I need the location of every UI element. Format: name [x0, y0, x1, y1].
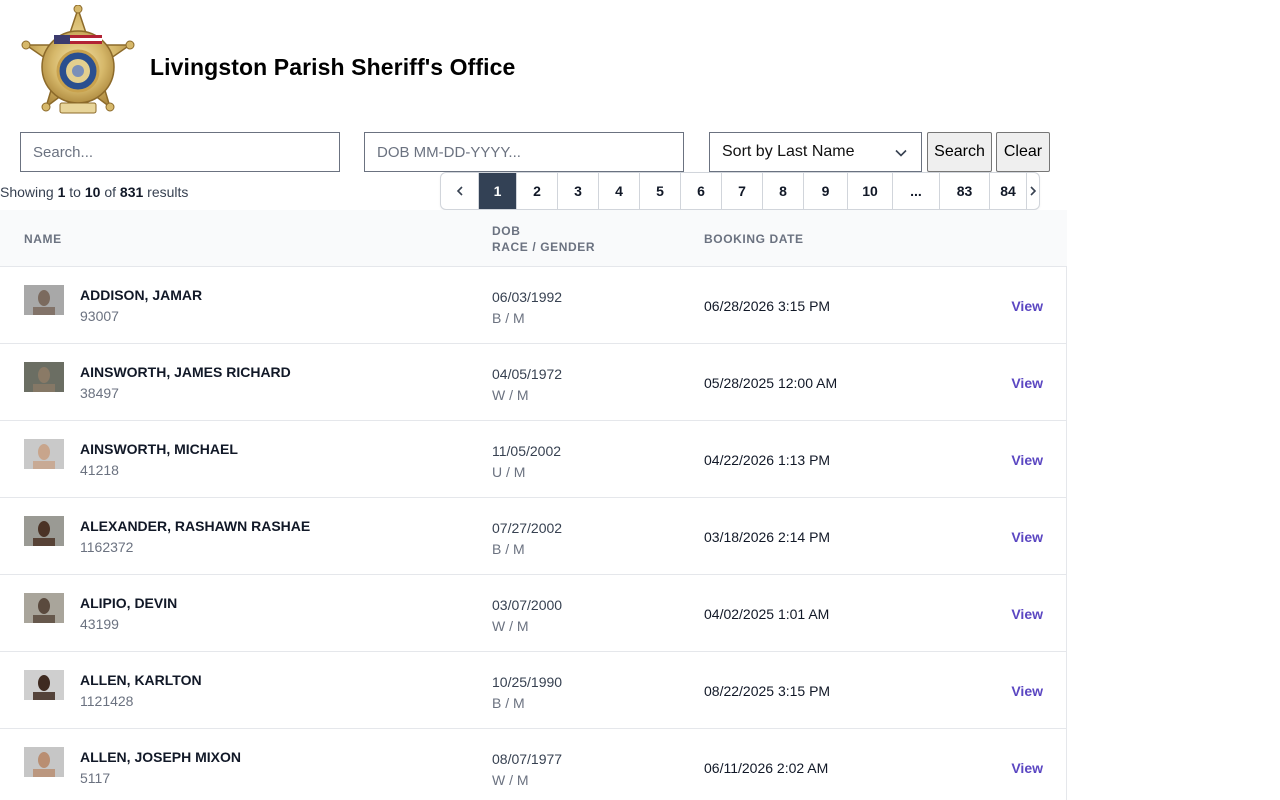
booking-date: 03/18/2026 2:14 PM — [704, 529, 831, 545]
pagination-page-4[interactable]: 4 — [598, 173, 639, 209]
booking-date: 06/28/2026 3:15 PM — [704, 298, 831, 314]
pagination-page-2[interactable]: 2 — [516, 173, 557, 209]
booking-date: 05/28/2025 12:00 AM — [704, 375, 838, 391]
table-body: ADDISON, JAMAR 93007 06/03/1992 B / M 06/28/… — [0, 267, 1067, 800]
sort-select[interactable]: Sort by Last Name — [709, 132, 922, 172]
pagination-page-1[interactable]: 1 — [478, 173, 516, 209]
view-link[interactable]: View — [1011, 529, 1043, 545]
inmate-table: NAME DOB RACE / GENDER BOOKING DATE ADDI… — [0, 210, 1067, 800]
view-link[interactable]: View — [1011, 683, 1043, 699]
date-of-birth: 08/07/1977 — [492, 751, 563, 767]
site-header: Livingston Parish Sheriff's Office — [0, 0, 1280, 132]
site-title: Livingston Parish Sheriff's Office — [150, 54, 516, 80]
date-of-birth: 06/03/1992 — [492, 289, 563, 305]
search-input[interactable] — [20, 132, 340, 172]
race-gender: W / M — [492, 618, 529, 634]
race-gender: B / M — [492, 310, 525, 326]
booking-id: 93007 — [80, 308, 119, 324]
race-gender: W / M — [492, 772, 529, 788]
column-header-name[interactable]: NAME — [24, 231, 62, 247]
pagination-page-83[interactable]: 83 — [939, 173, 989, 209]
booking-id: 41218 — [80, 462, 119, 478]
booking-id: 1162372 — [80, 539, 134, 555]
chevron-right-icon — [1030, 186, 1037, 196]
booking-id: 43199 — [80, 616, 119, 632]
view-link[interactable]: View — [1011, 606, 1043, 622]
date-of-birth: 10/25/1990 — [492, 674, 563, 690]
date-of-birth: 04/05/1972 — [492, 366, 563, 382]
table-header: NAME DOB RACE / GENDER BOOKING DATE — [0, 210, 1067, 267]
table-row: ALLEN, JOSEPH MIXON 5117 08/07/1977 W / M 06… — [0, 729, 1067, 800]
view-link[interactable]: View — [1011, 298, 1043, 314]
inmate-name: ALLEN, JOSEPH MIXON — [80, 749, 242, 765]
column-header-dob[interactable]: DOB RACE / GENDER — [492, 223, 595, 255]
mugshot-thumbnail[interactable] — [24, 439, 64, 469]
race-gender: B / M — [492, 541, 525, 557]
pagination-ellipsis: ... — [892, 173, 939, 209]
table-row: ALLEN, KARLTON 1121428 10/25/1990 B / M 08/2… — [0, 652, 1067, 729]
table-row: ADDISON, JAMAR 93007 06/03/1992 B / M 06/28/… — [0, 267, 1067, 344]
booking-date: 06/11/2026 2:02 AM — [704, 760, 829, 776]
inmate-name: AINSWORTH, MICHAEL — [80, 441, 238, 457]
column-header-booking-date[interactable]: BOOKING DATE — [704, 231, 804, 247]
view-link[interactable]: View — [1011, 452, 1043, 468]
view-link[interactable]: View — [1011, 375, 1043, 391]
booking-id: 5117 — [80, 770, 111, 786]
pagination: 1 2 3 4 5 6 7 8 9 10... 83 84 — [440, 172, 1040, 210]
inmate-name: ALEXANDER, RASHAWN RASHAE — [80, 518, 311, 534]
results-summary: Showing 1 to 10 of 831 results — [0, 184, 189, 200]
mugshot-thumbnail[interactable] — [24, 516, 64, 546]
mugshot-thumbnail[interactable] — [24, 670, 64, 700]
race-gender: B / M — [492, 695, 525, 711]
mugshot-thumbnail[interactable] — [24, 285, 64, 315]
booking-id: 38497 — [80, 385, 119, 401]
pagination-next-button[interactable] — [1026, 173, 1039, 209]
clear-button[interactable]: Clear — [996, 132, 1050, 172]
pagination-prev-button[interactable] — [441, 173, 478, 209]
search-button[interactable]: Search — [927, 132, 992, 172]
filter-bar: Sort by Last Name Search Clear — [0, 132, 1280, 174]
pagination-page-6[interactable]: 6 — [680, 173, 721, 209]
pagination-page-3[interactable]: 3 — [557, 173, 598, 209]
sheriff-badge-logo — [18, 4, 138, 123]
inmate-name: AINSWORTH, JAMES RICHARD — [80, 364, 291, 380]
table-row: ALIPIO, DEVIN 43199 03/07/2000 W / M 04/02/2… — [0, 575, 1067, 652]
booking-date: 04/02/2025 1:01 AM — [704, 606, 830, 622]
inmate-name: ALIPIO, DEVIN — [80, 595, 178, 611]
chevron-left-icon — [456, 186, 463, 196]
inmate-name: ALLEN, KARLTON — [80, 672, 202, 688]
pagination-page-9[interactable]: 9 — [803, 173, 847, 209]
pagination-page-7[interactable]: 7 — [721, 173, 762, 209]
mugshot-thumbnail[interactable] — [24, 747, 64, 777]
booking-date: 08/22/2025 3:15 PM — [704, 683, 831, 699]
race-gender: W / M — [492, 387, 529, 403]
booking-date: 04/22/2026 1:13 PM — [704, 452, 831, 468]
pagination-page-10[interactable]: 10 — [847, 173, 892, 209]
pagination-page-5[interactable]: 5 — [639, 173, 680, 209]
dob-input[interactable] — [364, 132, 684, 172]
chevron-down-icon — [895, 149, 907, 157]
view-link[interactable]: View — [1011, 760, 1043, 776]
pagination-page-8[interactable]: 8 — [762, 173, 803, 209]
table-row: AINSWORTH, JAMES RICHARD 38497 04/05/1972 W… — [0, 344, 1067, 421]
mugshot-thumbnail[interactable] — [24, 593, 64, 623]
booking-id: 1121428 — [80, 693, 134, 709]
date-of-birth: 03/07/2000 — [492, 597, 563, 613]
table-row: AINSWORTH, MICHAEL 41218 11/05/2002 U / M 04… — [0, 421, 1067, 498]
date-of-birth: 07/27/2002 — [492, 520, 563, 536]
pagination-page-84[interactable]: 84 — [989, 173, 1026, 209]
date-of-birth: 11/05/2002 — [492, 443, 562, 459]
race-gender: U / M — [492, 464, 526, 480]
sort-select-value: Sort by Last Name — [722, 143, 855, 160]
inmate-name: ADDISON, JAMAR — [80, 287, 203, 303]
table-row: ALEXANDER, RASHAWN RASHAE 1162372 07/27/20… — [0, 498, 1067, 575]
mugshot-thumbnail[interactable] — [24, 362, 64, 392]
